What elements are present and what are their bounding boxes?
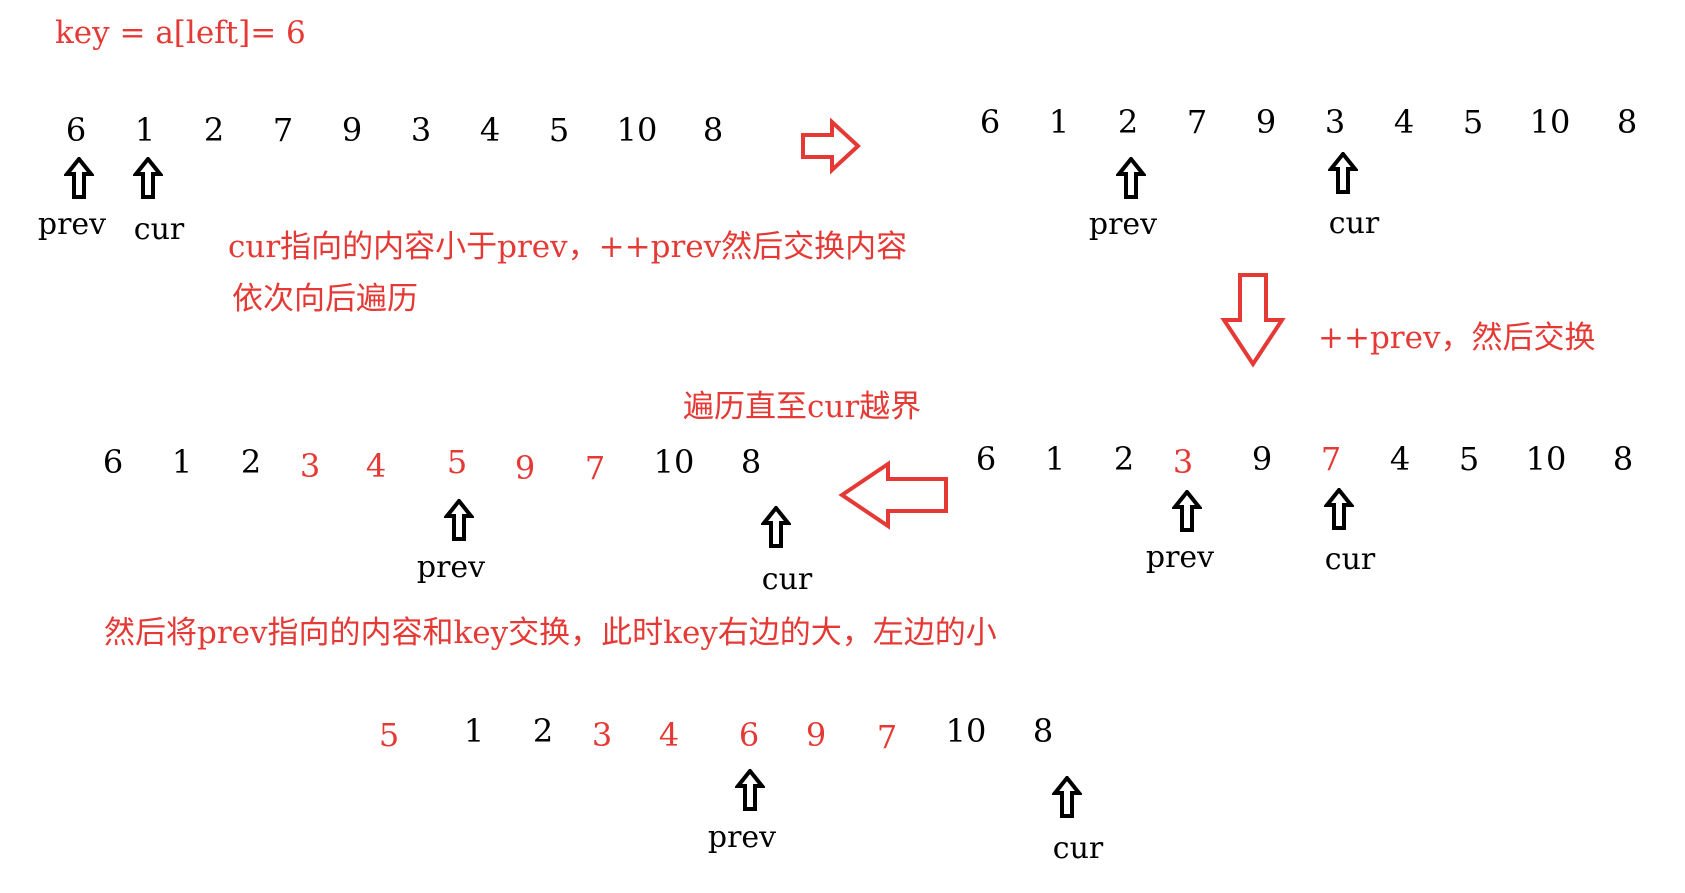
up-arrow-icon (735, 769, 765, 811)
up-arrow-icon (761, 506, 791, 548)
array-cell: 8 (1616, 103, 1638, 141)
array-cell: 9 (1251, 440, 1273, 478)
array-cell: 3 (299, 447, 321, 485)
prev-label: prev (1145, 540, 1215, 575)
array-cell: 7 (876, 718, 898, 756)
array-cell: 4 (1389, 440, 1411, 478)
array-cell: 1 (463, 712, 485, 750)
array-cell: 8 (740, 443, 762, 481)
prev-label: prev (416, 550, 486, 585)
array-cell: 1 (1048, 103, 1070, 141)
array-cell: 2 (203, 111, 225, 149)
array-cell: 7 (1320, 440, 1342, 478)
right-arrow-icon (801, 118, 861, 174)
down-arrow-icon (1220, 273, 1286, 368)
up-arrow-icon (1116, 157, 1146, 199)
step1-note-line1: cur指向的内容小于prev，++prev然后交换内容 (228, 229, 908, 265)
cur-label: cur (1328, 206, 1380, 241)
array-cell: 10 (1529, 103, 1571, 141)
up-arrow-icon (444, 499, 474, 541)
array-cell: 6 (975, 440, 997, 478)
cur-label: cur (133, 212, 185, 247)
array-cell: 6 (738, 716, 760, 754)
array-cell: 9 (341, 111, 363, 149)
array-cell: 8 (702, 111, 724, 149)
array-cell: 1 (1044, 440, 1066, 478)
up-arrow-icon (64, 157, 94, 199)
array-cell: 7 (272, 111, 294, 149)
array-cell: 2 (240, 443, 262, 481)
array-cell: 4 (479, 111, 501, 149)
array-cell: 5 (446, 443, 468, 481)
array-cell: 4 (365, 447, 387, 485)
prev-label: prev (1088, 207, 1158, 242)
array-cell: 5 (1462, 103, 1484, 141)
array-cell: 7 (1186, 103, 1208, 141)
array-cell: 8 (1032, 712, 1054, 750)
array-cell: 6 (65, 111, 87, 149)
up-arrow-icon (1328, 152, 1358, 194)
array-cell: 7 (584, 449, 606, 487)
prev-label: prev (707, 820, 777, 855)
up-arrow-icon (1172, 490, 1202, 532)
array-cell: 1 (134, 111, 156, 149)
array-cell: 6 (102, 443, 124, 481)
array-cell: 5 (548, 111, 570, 149)
array-cell: 3 (410, 111, 432, 149)
array-cell: 4 (658, 716, 680, 754)
step2-note: ++prev，然后交换 (1318, 320, 1596, 356)
array-cell: 3 (1324, 103, 1346, 141)
array-cell: 9 (1255, 103, 1277, 141)
left-arrow-icon (838, 460, 948, 530)
array-cell: 3 (591, 716, 613, 754)
up-arrow-icon (1052, 776, 1082, 818)
array-cell: 10 (653, 443, 695, 481)
array-cell: 10 (616, 111, 658, 149)
array-cell: 2 (532, 712, 554, 750)
array-cell: 10 (945, 712, 987, 750)
array-cell: 9 (514, 449, 536, 487)
array-cell: 2 (1113, 440, 1135, 478)
key-expression: key = a[left]= 6 (55, 15, 306, 51)
array-cell: 4 (1393, 103, 1415, 141)
up-arrow-icon (1324, 488, 1354, 530)
cur-label: cur (761, 562, 813, 597)
array-cell: 10 (1525, 440, 1567, 478)
array-cell: 6 (979, 103, 1001, 141)
step3-note: 遍历直至cur越界 (683, 389, 922, 425)
array-cell: 1 (171, 443, 193, 481)
array-cell: 2 (1117, 103, 1139, 141)
cur-label: cur (1324, 542, 1376, 577)
array-cell: 5 (1458, 440, 1480, 478)
up-arrow-icon (133, 157, 163, 199)
step1-note-line2: 依次向后遍历 (232, 281, 418, 317)
step4-note: 然后将prev指向的内容和key交换，此时key右边的大，左边的小 (104, 615, 997, 651)
array-cell: 3 (1172, 443, 1194, 481)
array-cell: 5 (378, 716, 400, 754)
prev-label: prev (37, 207, 107, 242)
array-cell: 8 (1612, 440, 1634, 478)
array-cell: 9 (805, 716, 827, 754)
cur-label: cur (1052, 831, 1104, 866)
